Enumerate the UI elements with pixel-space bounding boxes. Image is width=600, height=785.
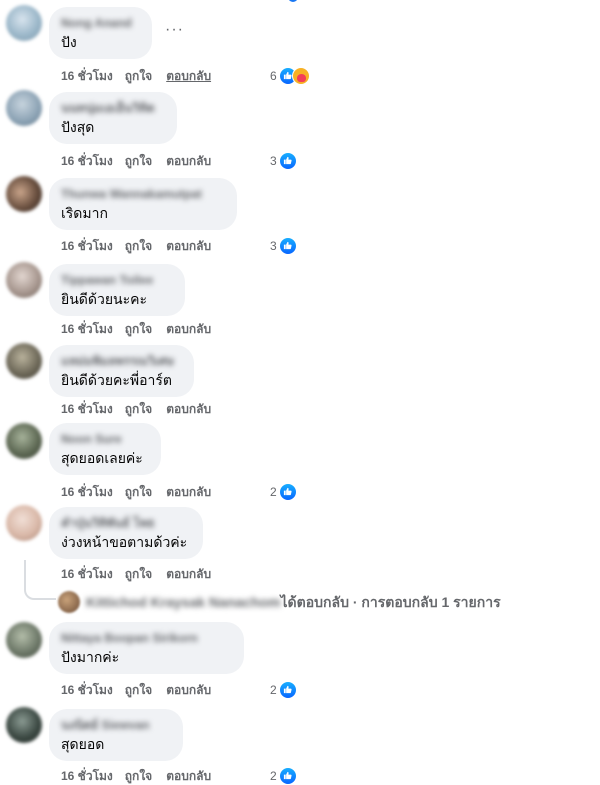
like-button[interactable]: ถูกใจ <box>125 67 152 85</box>
like-button[interactable]: ถูกใจ <box>125 483 152 501</box>
like-button[interactable]: ถูกใจ <box>125 681 152 699</box>
comment-text: ปังสุด <box>61 119 95 135</box>
comment-bubble: Nong Anand ปัง <box>49 7 152 59</box>
comment-bubble: คำปุ่นวิทิพันธ์ โพธ ง่วงหน้าขอตามด้วค่ะ <box>49 507 203 559</box>
reply-button[interactable]: ตอบกลับ <box>166 565 211 583</box>
comments-list: Nong Anand ปัง ··· 16 ชั่วโมง ถูกใจ ตอบกลั… <box>0 0 600 785</box>
comment-text: สุดยอดเลยค่ะ <box>61 450 143 466</box>
like-reaction-icon <box>278 236 297 255</box>
like-button[interactable]: ถูกใจ <box>125 320 152 338</box>
comment-time[interactable]: 16 ชั่วโมง <box>61 767 113 785</box>
reaction-summary[interactable]: 6 <box>270 66 310 85</box>
reaction-summary[interactable]: 3 <box>270 151 297 170</box>
avatar[interactable] <box>6 262 42 298</box>
comment-time[interactable]: 16 ชั่วโมง <box>61 237 113 255</box>
commenter-name[interactable]: แหม่มพิมลพรรณวิเศษ <box>61 353 182 369</box>
comment-text: ปังมากค่ะ <box>61 649 120 665</box>
reply-button[interactable]: ตอบกลับ <box>166 237 211 255</box>
comment-text: ง่วงหน้าขอตามด้วค่ะ <box>61 534 188 550</box>
more-options-icon[interactable]: ··· <box>165 21 184 39</box>
comment-time[interactable]: 16 ชั่วโมง <box>61 67 113 85</box>
comment-bubble: Tippawan Toilee ยินดีด้วยนะคะ <box>49 264 185 316</box>
view-replies-link[interactable]: Kittichod Kraysak Nanachomได้ตอบกลับ · ก… <box>58 590 501 614</box>
comment-actions: 16 ชั่วโมง ถูกใจ ตอบกลับ <box>61 319 211 337</box>
comment-time[interactable]: 16 ชั่วโมง <box>61 681 113 699</box>
reply-button[interactable]: ตอบกลับ <box>166 67 211 85</box>
comment-time[interactable]: 16 ชั่วโมง <box>61 400 113 418</box>
comment-text: ยินดีด้วยนะคะ <box>61 291 147 307</box>
reaction-summary[interactable]: 2 <box>270 482 297 501</box>
reaction-count: 2 <box>270 682 277 697</box>
like-reaction-icon <box>278 482 297 501</box>
like-reaction-icon <box>278 151 297 170</box>
commenter-name[interactable]: Thunwa Wannakamutpat <box>61 186 225 202</box>
reply-button[interactable]: ตอบกลับ <box>166 320 211 338</box>
comment-bubble: Noon Sure สุดยอดเลยค่ะ <box>49 423 161 475</box>
like-button[interactable]: ถูกใจ <box>125 767 152 785</box>
comment-actions: 16 ชั่วโมง ถูกใจ ตอบกลับ <box>61 399 211 417</box>
comment-bubble: แหม่มพิมลพรรณวิเศษ ยินดีด้วยคะพี่อาร์ต <box>49 345 194 397</box>
reaction-icon <box>288 0 298 2</box>
comment-actions: 16 ชั่วโมง ถูกใจ ตอบกลับ <box>61 236 211 254</box>
comment-text: สุดยอด <box>61 736 105 752</box>
comment-bubble: Thunwa Wannakamutpat เริดมาก <box>49 178 237 230</box>
comment-time[interactable]: 16 ชั่วโมง <box>61 483 113 501</box>
comment-bubble: นงนิตย์ Siewvan สุดยอด <box>49 709 183 761</box>
comment-actions: 16 ชั่วโมง ถูกใจ ตอบกลับ <box>61 66 211 84</box>
reply-button[interactable]: ตอบกลับ <box>166 152 211 170</box>
replier-name[interactable]: Kittichod Kraysak Nanachom <box>86 591 281 613</box>
reaction-count: 6 <box>270 68 277 83</box>
comment-text: ยินดีด้วยคะพี่อาร์ต <box>61 372 173 388</box>
comment-bubble: Nittaya Boopan Sirikorn ปังมากค่ะ <box>49 622 244 674</box>
comment-actions: 16 ชั่วโมง ถูกใจ ตอบกลับ <box>61 151 211 169</box>
comment-time[interactable]: 16 ชั่วโมง <box>61 565 113 583</box>
avatar[interactable] <box>6 5 42 41</box>
like-reaction-icon <box>278 766 297 785</box>
commenter-name[interactable]: คำปุ่นวิทิพันธ์ โพธ <box>61 515 191 531</box>
avatar[interactable] <box>6 707 42 743</box>
comment-time[interactable]: 16 ชั่วโมง <box>61 152 113 170</box>
like-button[interactable]: ถูกใจ <box>125 565 152 583</box>
replier-avatar <box>58 591 80 614</box>
comment-bubble: นนทนุ่มเอเอ็นวิทิต ปังสุด <box>49 92 177 144</box>
commenter-name[interactable]: Tippawan Toilee <box>61 272 173 288</box>
like-reaction-icon <box>278 680 297 699</box>
avatar[interactable] <box>6 505 42 541</box>
avatar[interactable] <box>6 423 42 459</box>
comment-text: ปัง <box>61 34 77 50</box>
reaction-summary[interactable]: 2 <box>270 766 297 785</box>
avatar[interactable] <box>6 176 42 212</box>
comment-text: เริดมาก <box>61 205 108 221</box>
like-button[interactable]: ถูกใจ <box>125 237 152 255</box>
reaction-summary[interactable]: 2 <box>270 680 297 699</box>
commenter-name[interactable]: Noon Sure <box>61 431 149 447</box>
avatar[interactable] <box>6 90 42 126</box>
reply-button[interactable]: ตอบกลับ <box>166 767 211 785</box>
reaction-summary[interactable]: 3 <box>270 236 297 255</box>
commenter-name[interactable]: นงนิตย์ Siewvan <box>61 717 171 733</box>
comment-actions: 16 ชั่วโมง ถูกใจ ตอบกลับ <box>61 680 211 698</box>
comment-actions: 16 ชั่วโมง ถูกใจ ตอบกลับ <box>61 564 211 582</box>
comment-time[interactable]: 16 ชั่วโมง <box>61 320 113 338</box>
reply-button[interactable]: ตอบกลับ <box>166 400 211 418</box>
reaction-count: 3 <box>270 238 277 253</box>
like-button[interactable]: ถูกใจ <box>125 400 152 418</box>
commenter-name[interactable]: Nittaya Boopan Sirikorn <box>61 630 232 646</box>
comment-actions: 16 ชั่วโมง ถูกใจ ตอบกลับ <box>61 482 211 500</box>
reaction-count: 2 <box>270 768 277 783</box>
reaction-count: 3 <box>270 153 277 168</box>
care-reaction-icon <box>291 66 310 85</box>
reply-thread-line <box>24 560 56 600</box>
comment-actions: 16 ชั่วโมง ถูกใจ ตอบกลับ <box>61 766 211 784</box>
reply-count-text[interactable]: ได้ตอบกลับ · การตอบกลับ 1 รายการ <box>281 591 501 613</box>
like-button[interactable]: ถูกใจ <box>125 152 152 170</box>
avatar[interactable] <box>6 622 42 658</box>
reply-button[interactable]: ตอบกลับ <box>166 483 211 501</box>
reaction-count: 2 <box>270 484 277 499</box>
commenter-name[interactable]: นนทนุ่มเอเอ็นวิทิต <box>61 100 165 116</box>
commenter-name[interactable]: Nong Anand <box>61 15 140 31</box>
avatar[interactable] <box>6 343 42 379</box>
reply-button[interactable]: ตอบกลับ <box>166 681 211 699</box>
